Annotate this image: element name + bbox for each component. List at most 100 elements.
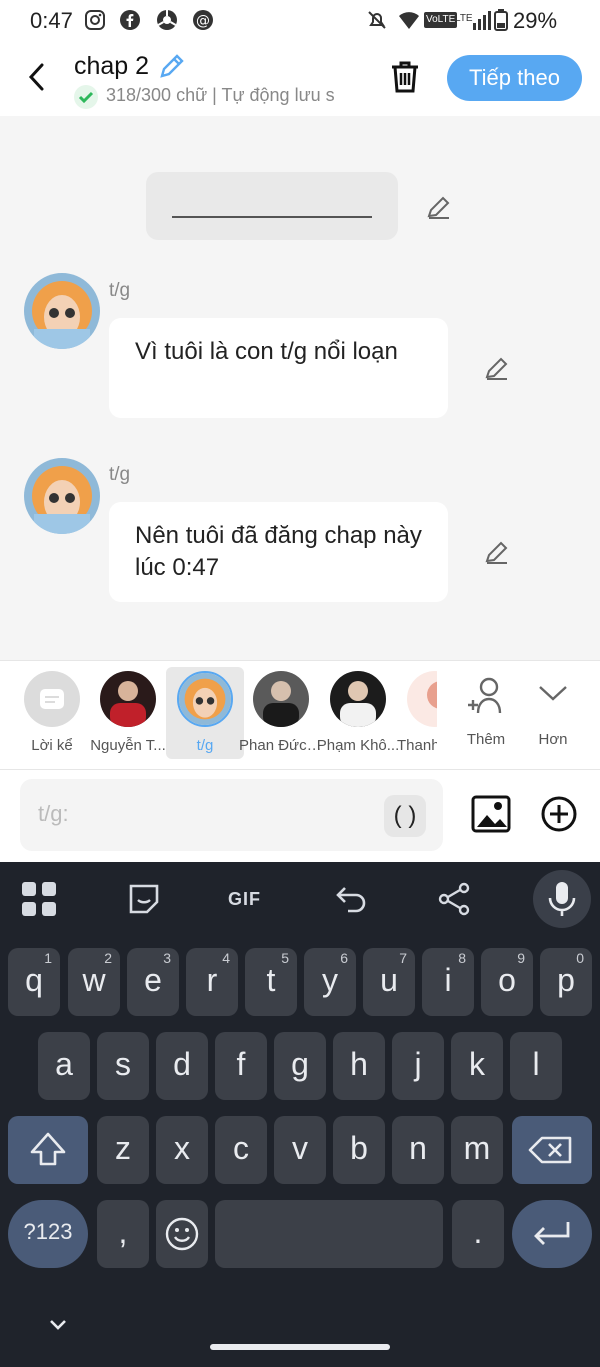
add-person-icon <box>468 677 502 714</box>
emoji-key[interactable] <box>156 1200 208 1268</box>
character-label: Nguyễn T... <box>90 737 166 754</box>
back-arrow-icon[interactable] <box>26 62 48 92</box>
shift-icon <box>30 1132 66 1166</box>
character-item[interactable]: Phan Đức ... <box>239 661 323 759</box>
character-label: Phan Đức ... <box>239 737 323 754</box>
numbers-key[interactable]: ?123 <box>8 1200 88 1268</box>
story-chat-area: t/g Vì tuôi là con t/g nổi loạn t/g Nên … <box>0 116 600 660</box>
character-label: t/g <box>196 737 214 754</box>
more-label: Hơn <box>538 731 568 748</box>
chevron-down-icon <box>539 686 567 701</box>
key-p[interactable]: p0 <box>540 948 592 1016</box>
message-bubble[interactable]: Nên tuôi đã đăng chap này lúc 0:47 <box>109 502 448 602</box>
avatar <box>407 671 437 727</box>
space-key[interactable] <box>215 1200 443 1268</box>
period-key[interactable]: . <box>452 1200 504 1268</box>
volte-badge: VoLTE <box>424 12 458 28</box>
chapter-title[interactable]: chap 2 <box>74 52 149 81</box>
key-f[interactable]: f <box>215 1032 267 1100</box>
key-o[interactable]: o9 <box>481 948 533 1016</box>
character-item[interactable]: Phạm Khô... <box>317 661 399 759</box>
character-item-selected[interactable]: t/g <box>167 661 243 759</box>
avatar[interactable] <box>24 458 100 534</box>
avatar <box>177 671 233 727</box>
silent-bell-icon <box>368 11 386 29</box>
key-n[interactable]: n <box>392 1116 444 1184</box>
character-item[interactable]: Thanh <box>397 661 437 759</box>
share-icon[interactable] <box>436 880 474 918</box>
app-icon <box>157 10 177 30</box>
key-x[interactable]: x <box>156 1116 208 1184</box>
comma-key[interactable]: , <box>97 1200 149 1268</box>
enter-icon <box>534 1222 570 1245</box>
trash-icon[interactable] <box>389 60 421 94</box>
enter-key[interactable] <box>512 1200 592 1268</box>
more-button[interactable]: Hơn <box>515 661 591 759</box>
shift-key[interactable] <box>8 1116 88 1184</box>
backspace-icon <box>528 1136 572 1164</box>
key-t[interactable]: t5 <box>245 948 297 1016</box>
home-indicator[interactable] <box>210 1344 390 1350</box>
input-placeholder: t/g: <box>38 801 69 826</box>
key-w[interactable]: w2 <box>68 948 120 1016</box>
add-icon[interactable] <box>541 796 577 832</box>
key-s[interactable]: s <box>97 1032 149 1100</box>
character-narrator[interactable]: Lời kể <box>14 661 90 759</box>
parentheses-button[interactable]: ( ) <box>384 795 426 837</box>
key-v[interactable]: v <box>274 1116 326 1184</box>
key-e[interactable]: e3 <box>127 948 179 1016</box>
key-l[interactable]: l <box>510 1032 562 1100</box>
key-k[interactable]: k <box>451 1032 503 1100</box>
key-g[interactable]: g <box>274 1032 326 1100</box>
editor-header: chap 2 318/300 chữ | Tự động lưu s Tiếp … <box>0 42 600 116</box>
message-input[interactable]: t/g: ( ) <box>20 779 443 851</box>
next-button[interactable]: Tiếp theo <box>447 55 582 101</box>
edit-message-icon[interactable] <box>484 355 510 381</box>
facebook-icon <box>120 10 140 30</box>
instagram-icon <box>85 10 105 30</box>
status-bar: 0:47 @ VoLTE LTE 29% <box>0 0 600 42</box>
key-z[interactable]: z <box>97 1116 149 1184</box>
battery-icon <box>494 9 508 31</box>
character-item[interactable]: Nguyễn T... <box>90 661 166 759</box>
edit-message-icon[interactable] <box>484 539 510 565</box>
key-h[interactable]: h <box>333 1032 385 1100</box>
edit-title-icon[interactable] <box>158 52 186 80</box>
key-m[interactable]: m <box>451 1116 503 1184</box>
backspace-key[interactable] <box>512 1116 592 1184</box>
key-r[interactable]: r4 <box>186 948 238 1016</box>
word-count-status: 318/300 chữ | Tự động lưu s <box>106 85 335 105</box>
key-d[interactable]: d <box>156 1032 208 1100</box>
character-label: Thanh <box>397 737 437 754</box>
svg-text:@: @ <box>196 13 210 29</box>
hide-keyboard-icon[interactable] <box>48 1318 68 1332</box>
avatar[interactable] <box>24 273 100 349</box>
key-i[interactable]: i8 <box>422 948 474 1016</box>
emoji-icon <box>165 1217 199 1251</box>
gif-button[interactable]: GIF <box>228 889 261 910</box>
edit-narration-icon[interactable] <box>426 194 452 220</box>
key-j[interactable]: j <box>392 1032 444 1100</box>
sticker-icon[interactable] <box>125 880 163 918</box>
narration-box[interactable] <box>146 172 398 240</box>
image-icon[interactable] <box>471 795 511 833</box>
status-time: 0:47 <box>30 8 73 33</box>
key-c[interactable]: c <box>215 1116 267 1184</box>
lte-badge: LTE <box>455 13 473 24</box>
avatar <box>100 671 156 727</box>
key-b[interactable]: b <box>333 1116 385 1184</box>
soft-keyboard: GIF q1 w2 e3 r4 t5 y6 u7 i8 o9 p0 a s d … <box>0 862 600 1367</box>
key-u[interactable]: u7 <box>363 948 415 1016</box>
undo-icon[interactable] <box>333 880 371 918</box>
key-q[interactable]: q1 <box>8 948 60 1016</box>
message-bubble[interactable]: Vì tuôi là con t/g nổi loạn <box>109 318 448 418</box>
apps-grid-icon[interactable] <box>20 880 58 918</box>
threads-icon: @ <box>193 10 213 30</box>
wifi-icon <box>399 12 419 29</box>
key-a[interactable]: a <box>38 1032 90 1100</box>
key-y[interactable]: y6 <box>304 948 356 1016</box>
voice-input-button[interactable] <box>533 870 591 928</box>
avatar <box>330 671 386 727</box>
character-selector: Lời kể Nguyễn T... t/g Phan Đức ... Phạm… <box>0 660 600 770</box>
signal-icon <box>473 11 491 30</box>
